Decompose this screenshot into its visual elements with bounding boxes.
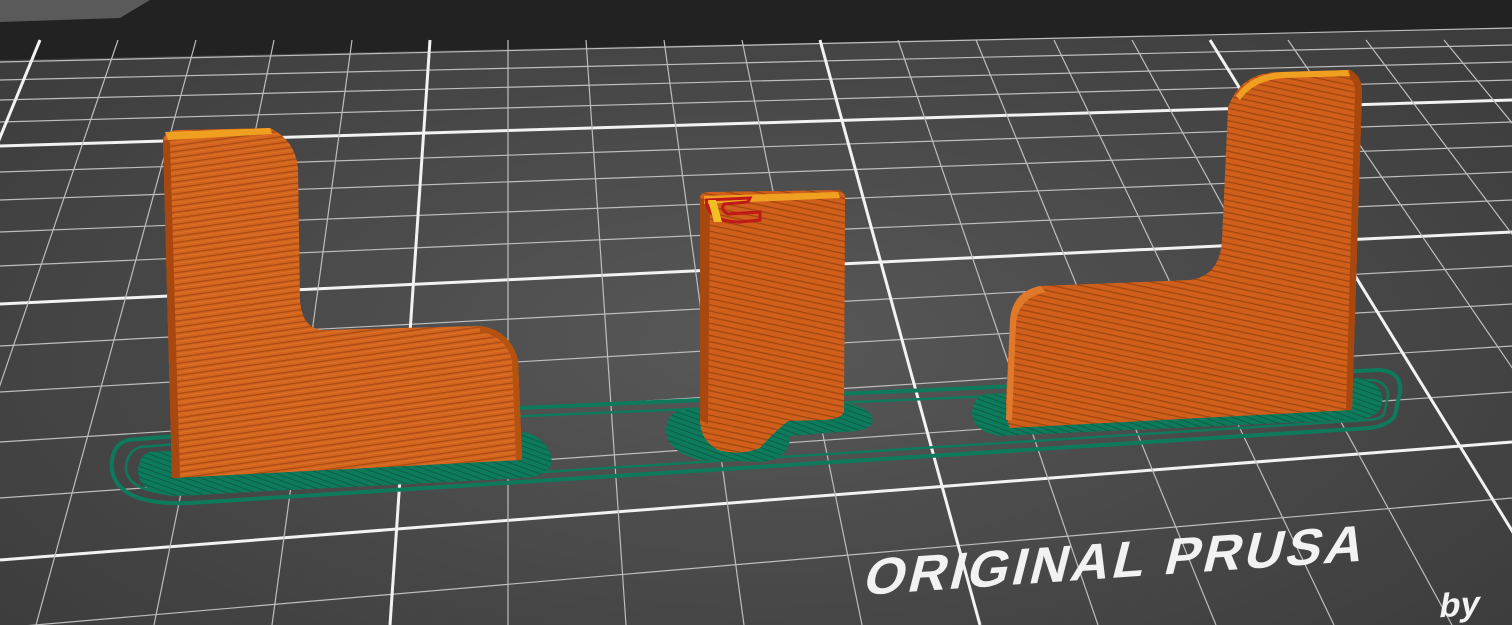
grid-line-v — [1365, 39, 1512, 236]
grid-line-v — [0, 39, 119, 388]
grid-line-v — [1443, 39, 1512, 124]
print-preview-viewport[interactable]: ORIGINAL PRUSA by — [0, 0, 1512, 625]
left-bracket[interactable] — [163, 128, 522, 478]
grid-line-v — [0, 39, 42, 142]
bed-logo-subtext: by — [1436, 584, 1484, 625]
bed-back-edge — [0, 0, 1512, 60]
center-clip[interactable] — [700, 190, 846, 453]
